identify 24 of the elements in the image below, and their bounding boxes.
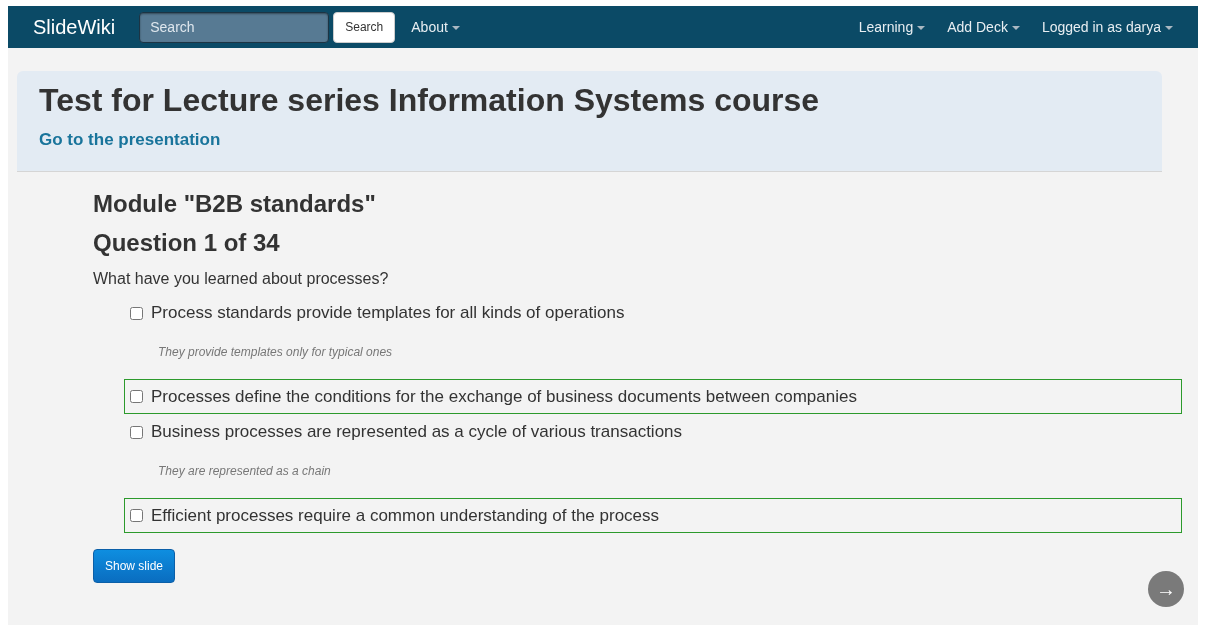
- show-slide-button[interactable]: Show slide: [93, 549, 176, 584]
- answer-explanation: They provide templates only for typical ones: [158, 344, 394, 361]
- deck-title: Test for Lecture series Information Systems course: [39, 81, 821, 120]
- answer-checkbox[interactable]: [130, 509, 143, 523]
- search-button[interactable]: Search: [333, 11, 396, 43]
- brand-logo[interactable]: SlideWiki: [33, 12, 116, 42]
- presentation-link[interactable]: Go to the presentation: [39, 130, 221, 150]
- answer-text: Process standards provide templates for all kinds of operations: [151, 302, 625, 325]
- next-button[interactable]: →: [1148, 571, 1184, 607]
- question-counter: Question 1 of 34: [93, 228, 281, 258]
- answer-explanation: They are represented as a chain: [158, 463, 332, 480]
- answer-text: Efficient processes require a common understanding of the process: [151, 505, 660, 527]
- module-heading: Module "B2B standards": [93, 189, 377, 219]
- answer-checkbox[interactable]: [130, 390, 143, 404]
- answer-checkbox[interactable]: [130, 425, 143, 439]
- answer-text: Processes define the conditions for the exchange of business documents between companies: [151, 386, 857, 408]
- menu-dropdown[interactable]: About: [411, 16, 460, 38]
- menu-dropdown[interactable]: Add Deck: [947, 16, 1020, 38]
- search-field[interactable]: Search: [139, 11, 330, 43]
- question-text: What have you learned about processes?: [93, 269, 390, 290]
- menu-dropdown[interactable]: Learning: [858, 16, 926, 38]
- answer-text: Business processes are represented as a cycle of various transactions: [151, 421, 683, 444]
- menu-dropdown[interactable]: Logged in as darya: [1041, 16, 1173, 38]
- answer-checkbox[interactable]: [130, 306, 143, 320]
